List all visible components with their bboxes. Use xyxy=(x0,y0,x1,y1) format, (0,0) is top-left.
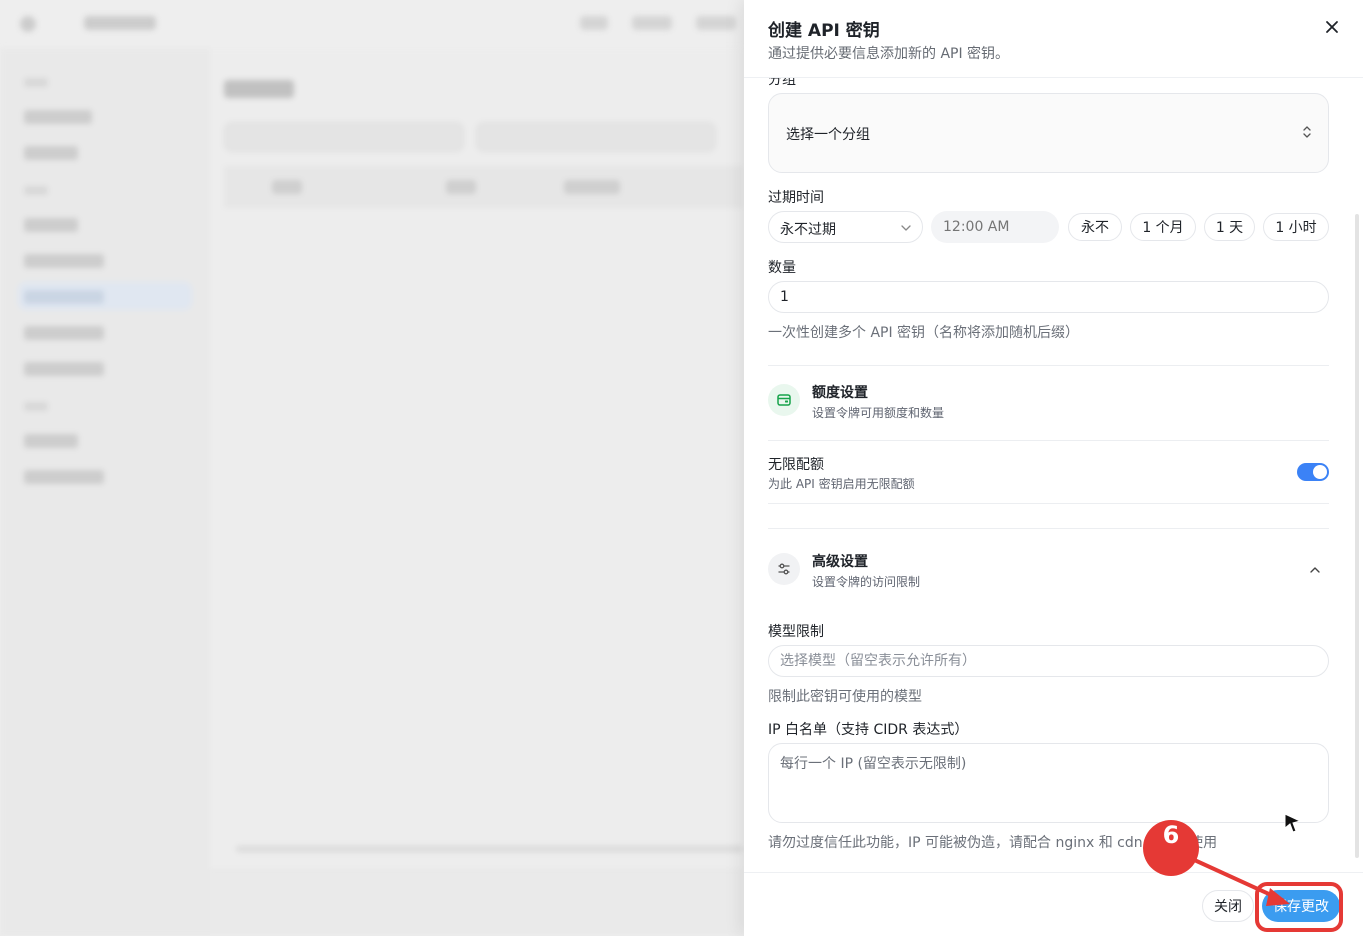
group-select[interactable]: 选择一个分组 xyxy=(768,93,1329,173)
close-dialog-button[interactable]: 关闭 xyxy=(1202,890,1254,922)
advanced-section-title: 高级设置 xyxy=(812,554,868,570)
chevron-down-icon xyxy=(901,225,911,231)
quantity-label: 数量 xyxy=(768,260,796,276)
quota-section-title: 额度设置 xyxy=(812,385,868,401)
annotation-highlight-box xyxy=(1255,882,1343,932)
quantity-hint: 一次性创建多个 API 密钥（名称将添加随机后缀） xyxy=(768,325,1080,341)
wallet-icon xyxy=(768,384,800,416)
model-limit-hint: 限制此密钥可使用的模型 xyxy=(768,689,922,705)
expiry-preset-never[interactable]: 永不 xyxy=(1068,213,1122,241)
background-topbar xyxy=(0,0,744,48)
background-app xyxy=(0,0,744,936)
group-label: 分组 xyxy=(768,78,796,88)
expiry-select[interactable]: 永不过期 xyxy=(768,211,923,243)
sheet-description: 通过提供必要信息添加新的 API 密钥。 xyxy=(768,46,1010,62)
group-select-value: 选择一个分组 xyxy=(786,127,870,143)
expiry-label: 过期时间 xyxy=(768,190,824,206)
sheet-title: 创建 API 密钥 xyxy=(768,21,880,41)
divider xyxy=(768,503,1329,504)
expiry-select-value: 永不过期 xyxy=(780,222,836,238)
close-icon xyxy=(1326,21,1338,33)
divider xyxy=(768,440,1329,441)
expiry-time-input[interactable] xyxy=(931,211,1059,243)
model-limit-label: 模型限制 xyxy=(768,624,824,640)
chevron-up-icon xyxy=(1310,567,1320,573)
divider xyxy=(768,365,1329,366)
quota-section-header: 额度设置 设置令牌可用额度和数量 xyxy=(768,380,1329,420)
expiry-preset-1-month[interactable]: 1 个月 xyxy=(1130,213,1196,241)
unlimited-quota-label: 无限配额 xyxy=(768,457,824,473)
close-button[interactable] xyxy=(1321,16,1343,38)
unlimited-quota-toggle[interactable] xyxy=(1297,463,1329,481)
advanced-section-subtitle: 设置令牌的访问限制 xyxy=(812,575,921,589)
annotation-step-badge: 6 xyxy=(1143,820,1199,876)
ip-whitelist-textarea[interactable] xyxy=(768,743,1329,823)
divider xyxy=(768,528,1329,529)
model-limit-input[interactable] xyxy=(768,645,1329,677)
sheet-header: 创建 API 密钥 通过提供必要信息添加新的 API 密钥。 xyxy=(744,0,1363,78)
sheet-body[interactable]: 分组 选择一个分组 过期时间 永不过期 永不 1 个月 1 天 1 小时 数量 xyxy=(744,78,1363,872)
expiry-preset-1-day[interactable]: 1 天 xyxy=(1204,213,1255,241)
expiry-preset-1-hour[interactable]: 1 小时 xyxy=(1263,213,1329,241)
toggle-knob xyxy=(1313,465,1327,479)
background-sidebar xyxy=(0,48,210,936)
advanced-section-header[interactable]: 高级设置 设置令牌的访问限制 xyxy=(768,549,1329,589)
unlimited-quota-description: 为此 API 密钥启用无限配额 xyxy=(768,477,915,491)
mouse-cursor-icon xyxy=(1284,813,1302,833)
quantity-input[interactable] xyxy=(768,281,1329,313)
quota-section-subtitle: 设置令牌可用额度和数量 xyxy=(812,406,945,420)
sliders-icon xyxy=(768,553,800,585)
chevron-up-down-icon xyxy=(1303,126,1311,138)
expiry-row: 永不过期 永不 1 个月 1 天 1 小时 xyxy=(768,211,1329,243)
scrollbar[interactable] xyxy=(1355,214,1359,858)
ip-whitelist-label: IP 白名单（支持 CIDR 表达式） xyxy=(768,722,969,738)
create-api-key-sheet: 创建 API 密钥 通过提供必要信息添加新的 API 密钥。 分组 选择一个分组… xyxy=(744,0,1363,936)
